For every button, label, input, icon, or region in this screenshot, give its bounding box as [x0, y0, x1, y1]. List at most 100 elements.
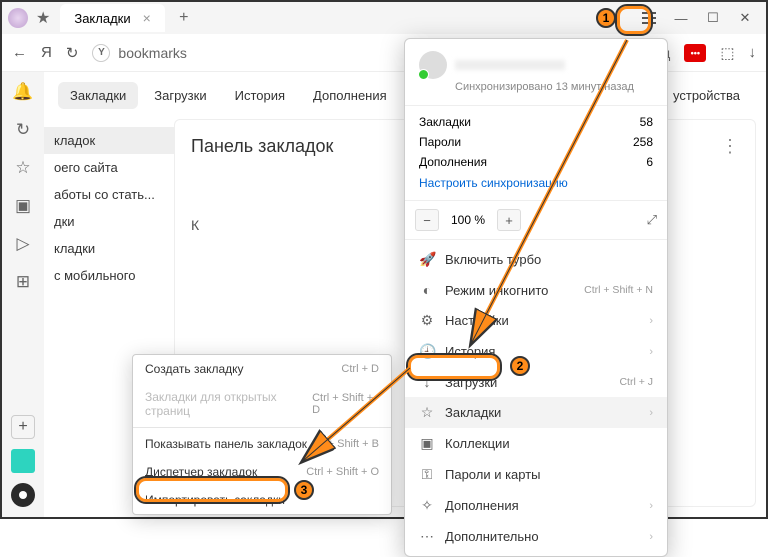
menu-item-label: Включить турбо: [445, 252, 541, 267]
sync-status: Синхронизировано 13 минут назад: [455, 81, 653, 93]
more-icon[interactable]: ⋮: [721, 136, 739, 157]
collection-icon: ▣: [419, 435, 435, 452]
menu-item[interactable]: ☆ Закладки ›: [405, 397, 667, 428]
apps-rail-icon[interactable]: ⊞: [16, 272, 30, 292]
chevron-right-icon: ›: [649, 500, 653, 512]
sync-avatar[interactable]: [419, 51, 447, 79]
play-rail-icon[interactable]: ▷: [16, 234, 29, 254]
menu-item-label: История: [445, 344, 495, 359]
context-menu-item[interactable]: Импортировать закладки: [133, 486, 391, 514]
new-tab-button[interactable]: +: [173, 7, 195, 29]
context-menu-item[interactable]: Показывать панель закладокtrl + Shift + …: [133, 430, 391, 458]
collections-rail-icon[interactable]: ▣: [15, 196, 31, 216]
menu-item[interactable]: ⚿ Пароли и карты: [405, 459, 667, 490]
tab-close-icon[interactable]: ×: [143, 10, 151, 26]
folder-item[interactable]: кладки: [44, 235, 174, 262]
sync-stat-row: Пароли258: [419, 132, 653, 152]
browser-tab[interactable]: Закладки ×: [60, 4, 164, 32]
zoom-out-button[interactable]: −: [415, 209, 439, 231]
site-icon: Y: [92, 44, 110, 62]
chevron-right-icon: ›: [649, 346, 653, 358]
menu-item-label: Загрузки: [445, 375, 497, 390]
home-icon[interactable]: Я: [41, 44, 52, 61]
bookmarks-context-menu: Создать закладкуCtrl + DЗакладки для отк…: [132, 354, 392, 515]
sync-username: [455, 60, 565, 70]
hamburger-icon: [637, 7, 661, 29]
menu-item-label: Пароли и карты: [445, 467, 541, 482]
menu-item[interactable]: ◐Режим инкогнитоCtrl + Shift + N: [405, 275, 667, 305]
downloads-icon[interactable]: ↓: [749, 44, 757, 61]
menu-item-label: Дополнительно: [445, 529, 539, 544]
zoom-value: 100 %: [443, 213, 493, 227]
nav-tab[interactable]: Загрузки: [142, 82, 218, 109]
tab-title: Закладки: [74, 11, 130, 26]
mask-icon: ◐: [419, 282, 435, 298]
sync-settings-link[interactable]: Настроить синхронизацию: [419, 172, 653, 190]
sync-stat-row: Закладки58: [419, 112, 653, 132]
maximize-button[interactable]: ☐: [698, 4, 728, 32]
teal-app-icon[interactable]: [11, 449, 35, 473]
menu-item[interactable]: 🚀 Включить турбо: [405, 244, 667, 275]
alice-icon[interactable]: [11, 483, 35, 507]
add-rail-button[interactable]: +: [11, 415, 35, 439]
annotation-badge-2: 2: [510, 356, 530, 376]
menu-item-label: Режим инкогнито: [445, 283, 548, 298]
chevron-right-icon: ›: [649, 315, 653, 327]
zoom-in-button[interactable]: +: [497, 209, 521, 231]
bell-icon[interactable]: 🔔: [12, 82, 33, 102]
menu-button[interactable]: [634, 4, 664, 32]
sync-stats: Закладки58Пароли258Дополнения6Настроить …: [405, 106, 667, 201]
menu-item-label: Дополнения: [445, 498, 519, 513]
menu-item[interactable]: 🕘 История ›: [405, 336, 667, 367]
star-rail-icon[interactable]: ☆: [15, 158, 30, 178]
url-text: bookmarks: [118, 45, 186, 61]
back-icon[interactable]: ←: [12, 44, 27, 61]
zoom-controls: − 100 % + ⤢: [405, 201, 667, 240]
folder-item[interactable]: кладок: [44, 127, 174, 154]
nav-tab[interactable]: История: [223, 82, 297, 109]
profile-avatar[interactable]: [8, 8, 28, 28]
download-icon: ↓: [419, 374, 435, 390]
menu-item-label: Коллекции: [445, 436, 510, 451]
gear-icon: ⚙: [419, 312, 435, 329]
menu-item[interactable]: ⚙ Настройки ›: [405, 305, 667, 336]
puzzle-icon: ✧: [419, 497, 435, 514]
titlebar: ★ Закладки × + — ☐ ✕: [2, 2, 766, 34]
close-button[interactable]: ✕: [730, 4, 760, 32]
history-rail-icon[interactable]: ↻: [16, 120, 30, 140]
folder-item[interactable]: дки: [44, 208, 174, 235]
folder-item[interactable]: оего сайта: [44, 154, 174, 181]
nav-tab-devices[interactable]: устройства: [661, 82, 752, 109]
annotation-badge-1: 1: [596, 8, 616, 28]
extension-badge[interactable]: •••: [684, 44, 706, 62]
nav-tab[interactable]: Закладки: [58, 82, 138, 109]
sync-stat-row: Дополнения6: [419, 152, 653, 172]
menu-item-label: Настройки: [445, 313, 509, 328]
fullscreen-icon[interactable]: ⤢: [647, 212, 657, 228]
menu-item[interactable]: ✧ Дополнения ›: [405, 490, 667, 521]
menu-item-list: 🚀Включить турбо◐Режим инкогнитоCtrl + Sh…: [405, 240, 667, 556]
menu-item[interactable]: ▣ Коллекции: [405, 428, 667, 459]
folder-item[interactable]: с мобильного: [44, 262, 174, 289]
clock-icon: 🕘: [419, 343, 435, 360]
star-icon: ☆: [419, 404, 435, 421]
chevron-right-icon: ›: [649, 407, 653, 419]
folder-item[interactable]: аботы со стать...: [44, 181, 174, 208]
rocket-icon: 🚀: [419, 251, 435, 268]
nav-tab[interactable]: Дополнения: [301, 82, 399, 109]
extensions-icon[interactable]: ⬚: [720, 44, 734, 62]
reload-icon[interactable]: ↻: [66, 44, 79, 62]
minimize-button[interactable]: —: [666, 4, 696, 32]
menu-item[interactable]: ↓ЗагрузкиCtrl + J: [405, 367, 667, 397]
annotation-badge-3: 3: [294, 480, 314, 500]
menu-item[interactable]: ⋯ Дополнительно ›: [405, 521, 667, 552]
key-icon: ⚿: [419, 466, 435, 483]
star-icon: ★: [36, 8, 50, 28]
context-menu-item: Закладки для открытых страницCtrl + Shif…: [133, 383, 391, 425]
chevron-right-icon: ›: [649, 531, 653, 543]
menu-item-label: Закладки: [445, 405, 501, 420]
dots-icon: ⋯: [419, 528, 435, 545]
context-menu-item[interactable]: Создать закладкуCtrl + D: [133, 355, 391, 383]
context-menu-item[interactable]: Диспетчер закладокCtrl + Shift + O: [133, 458, 391, 486]
main-menu-popover: Синхронизировано 13 минут назад Закладки…: [404, 38, 668, 557]
